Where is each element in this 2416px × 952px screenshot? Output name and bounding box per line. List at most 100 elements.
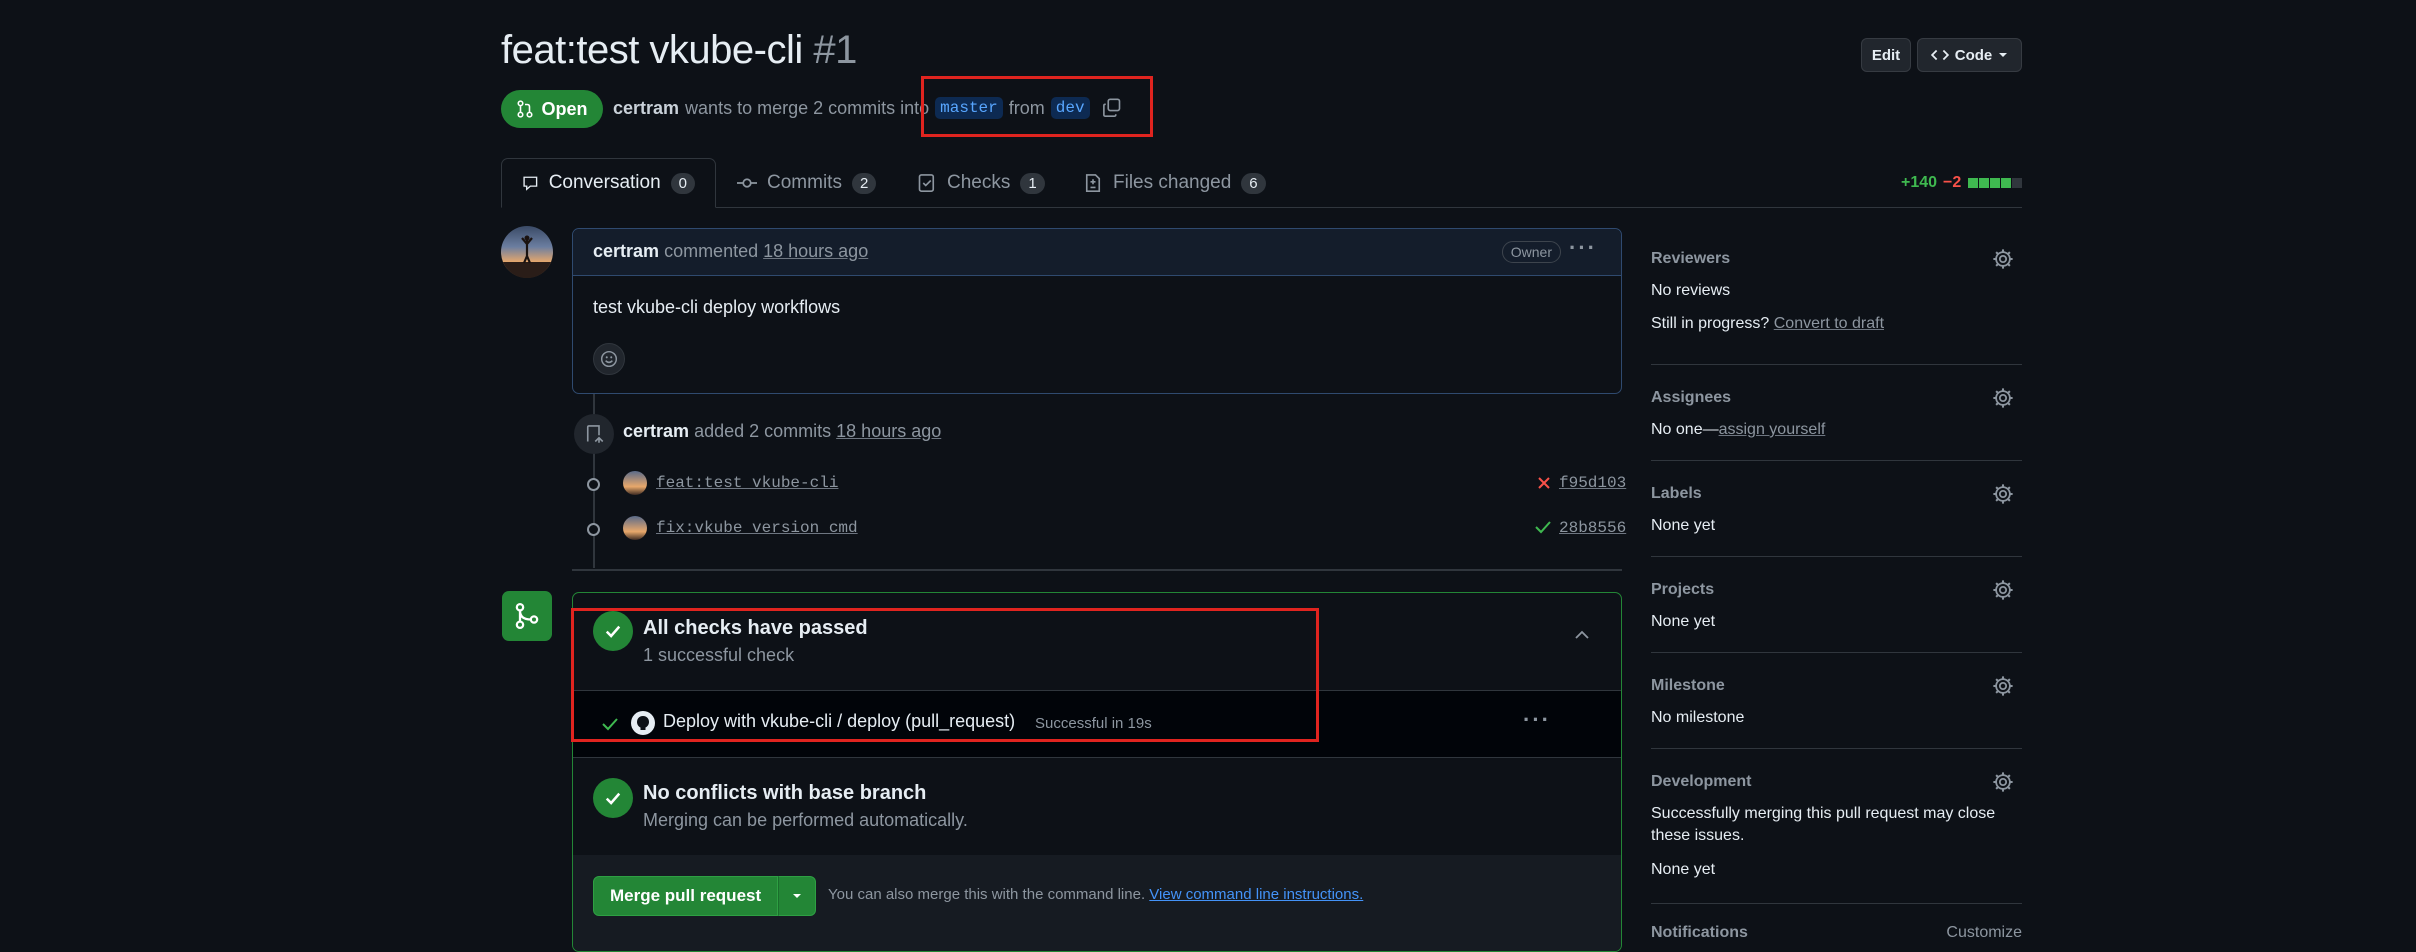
tab-counter: 0 (670, 172, 695, 194)
commit-message[interactable]: fix:vkube version cmd (656, 519, 858, 537)
sidebar-labels: Labels None yet (1651, 483, 2022, 535)
commits-event-author[interactable]: certram (623, 421, 689, 441)
comment-header: certram commented 18 hours ago Owner ··· (573, 229, 1621, 276)
tab-commits[interactable]: Commits 2 (737, 158, 877, 208)
conflicts-subtitle: Merging can be performed automatically. (643, 810, 968, 830)
merge-box-separator (573, 757, 1621, 758)
author-avatar[interactable] (501, 226, 553, 278)
progress-question: Still in progress? (1651, 315, 1770, 332)
gear-icon[interactable] (1992, 248, 2014, 270)
comment-author[interactable]: certram (593, 241, 659, 261)
timeline-divider (572, 569, 1622, 571)
gear-icon[interactable] (1992, 579, 2014, 601)
gear-icon[interactable] (1992, 771, 2014, 793)
commit-sha[interactable]: 28b8556 (1559, 519, 1626, 537)
draft-hint: Still in progress? Convert to draft (1651, 315, 1884, 333)
development-hint-line2: these issues. (1651, 827, 1745, 844)
customize-notifications-link[interactable]: Customize (1946, 924, 2022, 942)
tab-label: Files changed (1113, 172, 1232, 193)
merge-status-badge (502, 591, 552, 641)
merge-method-dropdown[interactable] (778, 876, 817, 916)
convert-to-draft-link[interactable]: Convert to draft (1774, 315, 1884, 332)
comment-time[interactable]: 18 hours ago (763, 241, 868, 261)
tab-conversation[interactable]: Conversation 0 (501, 158, 716, 208)
smiley-icon (600, 350, 618, 368)
caret-down-icon (1999, 53, 2008, 57)
cli-instructions-link[interactable]: View command line instructions. (1149, 886, 1363, 903)
checklist-icon (918, 174, 935, 192)
merge-pull-request-button[interactable]: Merge pull request (593, 876, 779, 916)
sidebar-separator (1651, 556, 2022, 557)
edit-button[interactable]: Edit (1861, 38, 1911, 72)
sidebar-heading[interactable]: Labels (1651, 485, 1702, 503)
diffstat: +140 −2 (1901, 174, 2023, 192)
diff-deletions: −2 (1943, 174, 1962, 191)
assign-yourself-link[interactable]: assign yourself (1719, 421, 1826, 438)
tab-files-changed[interactable]: Files changed 6 (1083, 158, 1266, 208)
commit-node-icon (587, 478, 600, 491)
sidebar-separator (1651, 748, 2022, 749)
development-hint-line1: Successfully merging this pull request m… (1651, 805, 1996, 822)
pr-title-text: feat:test vkube-cli (501, 28, 803, 72)
gear-icon[interactable] (1992, 387, 2014, 409)
pr-author-link[interactable]: certram (613, 98, 679, 119)
commit-author-avatar[interactable] (623, 471, 647, 495)
chevron-up-icon[interactable] (1573, 629, 1591, 641)
tab-label: Checks (947, 172, 1011, 193)
commit-message[interactable]: feat:test vkube-cli (656, 474, 838, 492)
pull-request-icon (517, 100, 534, 118)
gear-icon[interactable] (1992, 675, 2014, 697)
sidebar-development: Development Successfully merging this pu… (1651, 771, 2022, 883)
repo-push-icon (586, 425, 604, 443)
diffstat-bar (1967, 178, 2023, 188)
gear-icon[interactable] (1992, 483, 2014, 505)
check-icon (605, 792, 621, 805)
sidebar-heading[interactable]: Reviewers (1651, 250, 1730, 268)
pr-title: feat:test vkube-cli #1 (501, 28, 857, 73)
sidebar-projects: Projects None yet (1651, 579, 2022, 631)
commit-sha[interactable]: f95d103 (1559, 474, 1626, 492)
sidebar-heading[interactable]: Milestone (1651, 677, 1725, 695)
x-failure-icon[interactable] (1537, 476, 1551, 490)
highlight-box-checks (571, 608, 1319, 742)
sidebar-reviewers: Reviewers No reviews Still in progress? … (1651, 248, 2022, 340)
sidebar-heading[interactable]: Assignees (1651, 389, 1731, 407)
tab-checks[interactable]: Checks 1 (917, 158, 1045, 208)
check-success-icon[interactable] (1534, 519, 1552, 535)
merge-text: wants to merge 2 commits into (685, 97, 930, 118)
commit-icon (737, 178, 757, 188)
tab-label: Commits (767, 172, 842, 193)
file-diff-icon (1085, 174, 1101, 192)
tab-counter: 2 (851, 172, 877, 194)
merge-button-group: Merge pull request (593, 876, 817, 916)
commit-author-avatar[interactable] (623, 516, 647, 540)
edit-button-label: Edit (1871, 46, 1901, 64)
sidebar-separator (1651, 652, 2022, 653)
avatar-figure-icon (501, 235, 553, 278)
state-label: Open (541, 98, 588, 119)
check-run-menu-icon[interactable]: ··· (1523, 707, 1551, 733)
sidebar-milestone: Milestone No milestone (1651, 675, 2022, 727)
code-button[interactable]: Code (1917, 38, 2022, 72)
diff-additions: +140 (1901, 174, 1938, 191)
git-merge-icon (515, 602, 539, 630)
cli-hint-text: You can also merge this with the command… (828, 886, 1146, 903)
comment-action: commented (664, 241, 759, 261)
sidebar-separator (1651, 460, 2022, 461)
projects-value: None yet (1651, 613, 1716, 630)
tab-counter: 1 (1020, 172, 1045, 194)
comment-icon (523, 176, 538, 191)
sidebar-heading[interactable]: Development (1651, 773, 1751, 791)
code-icon (1930, 49, 1949, 61)
no-conflicts-badge (593, 778, 633, 818)
commits-event-time[interactable]: 18 hours ago (836, 421, 941, 441)
tab-label: Conversation (548, 172, 661, 193)
comment-menu-icon[interactable]: ··· (1569, 235, 1597, 261)
sidebar-notifications: Notifications Customize (1651, 924, 2022, 941)
comment-body: test vkube-cli deploy workflows (593, 297, 841, 317)
add-reaction-button[interactable] (593, 343, 625, 375)
pr-number: #1 (813, 28, 857, 72)
sidebar-heading: Notifications (1651, 924, 1748, 941)
sidebar-heading[interactable]: Projects (1651, 581, 1714, 599)
assignees-none: No one— (1651, 421, 1719, 438)
